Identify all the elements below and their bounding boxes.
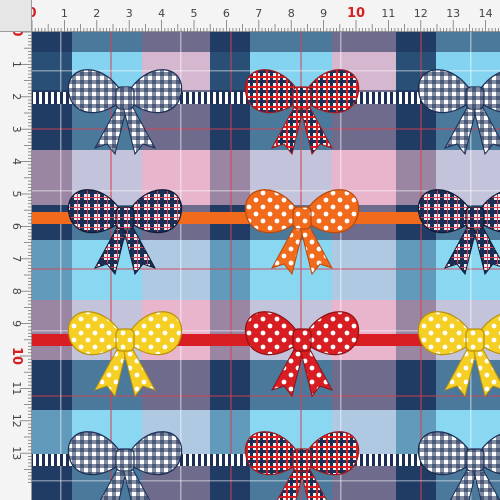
ruler-left-label: 12 [10, 414, 23, 428]
ruler-left-label: 13 [10, 446, 23, 460]
ruler-left-label: 8 [10, 288, 23, 295]
ruler-left-label: 1 [10, 61, 23, 68]
bow-knot [465, 206, 485, 230]
bow-knot [292, 206, 312, 230]
ruler-top-label: 7 [255, 7, 262, 20]
ruler-top-label: 13 [446, 7, 460, 20]
ruler-corner [0, 0, 32, 32]
ruler-left-label: 6 [10, 223, 23, 230]
plaid-stripe [32, 395, 500, 397]
ruler-top-label: 4 [158, 7, 165, 20]
plaid-stripe [32, 480, 500, 482]
ruler-top-label: 2 [93, 7, 100, 20]
ruler-top-label: 14 [479, 7, 493, 20]
canvas: 0 1 2 3 4 5 6 7 8 9 10 11 12 13 14 0 1 2 3 4 5 6 7 8 9 10 11 12 13 [0, 0, 500, 500]
ruler-top-label: 5 [191, 7, 198, 20]
ruler-left-label: 4 [10, 158, 23, 165]
bow-knot [292, 328, 312, 352]
ruler-left-label: 10 [9, 347, 24, 365]
ruler-top-label: 3 [126, 7, 133, 20]
ruler-left-label: 2 [10, 93, 23, 100]
ruler-top-label: 12 [414, 7, 428, 20]
ruler-left-label: 3 [10, 126, 23, 133]
ruler-left-label: 11 [10, 381, 23, 395]
bow-knot [292, 86, 312, 110]
ruler-left-label: 5 [10, 191, 23, 198]
plaid-band-horizontal [32, 32, 500, 52]
ruler-top: 0 1 2 3 4 5 6 7 8 9 10 11 12 13 14 [0, 0, 500, 32]
bow-knot [115, 448, 135, 472]
bow-knot [465, 328, 485, 352]
bow-knot [115, 86, 135, 110]
plaid-fabric [32, 32, 500, 500]
bow-knot [292, 448, 312, 472]
ruler-top-label: 10 [347, 6, 365, 21]
ruler-left: 012345678910111213 [0, 0, 32, 500]
ruler-top-label: 1 [61, 7, 68, 20]
ruler-top-label: 8 [288, 7, 295, 20]
bow-knot [465, 448, 485, 472]
plaid-stripe [32, 268, 500, 270]
ruler-top-label: 6 [223, 7, 230, 20]
ruler-top-label: 11 [381, 7, 395, 20]
bow-knot [115, 328, 135, 352]
bow-knot [465, 86, 485, 110]
ruler-left-label: 7 [10, 255, 23, 262]
ruler-top-label: 9 [320, 7, 327, 20]
bow-knot [115, 206, 135, 230]
plaid-stripe [32, 128, 500, 130]
ruler-left-label: 9 [10, 320, 23, 327]
